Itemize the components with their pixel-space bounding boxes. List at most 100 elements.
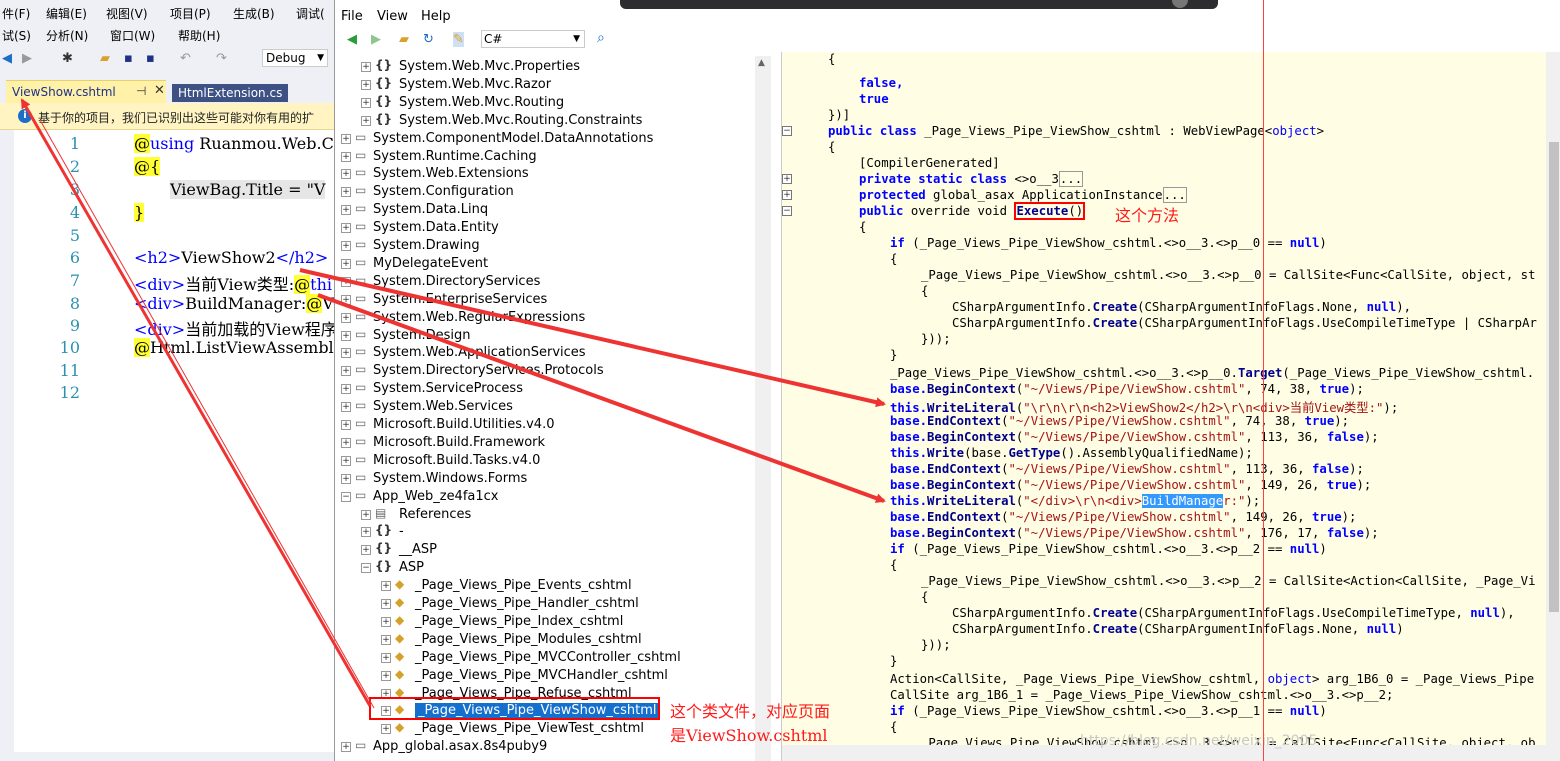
code-line: {: [890, 720, 898, 734]
assembly-icon: ▭: [355, 469, 367, 484]
expand-icon[interactable]: +: [361, 62, 371, 72]
open-icon[interactable]: ▰: [399, 32, 409, 47]
expand-icon[interactable]: +: [341, 455, 351, 466]
visual-studio-window: 件(F) 编辑(E) 视图(V) 项目(P) 生成(B) 调试( 试(S) 分析…: [0, 0, 334, 761]
menu-help[interactable]: Help: [421, 9, 451, 24]
assembly-tree[interactable]: + {} System.Web.Mvc.Properties + {} System.We…: [335, 56, 775, 761]
language-value: C#: [484, 32, 503, 46]
save-icon[interactable]: ▪: [124, 51, 133, 66]
expand-icon[interactable]: +: [341, 223, 351, 234]
razor-code-editor[interactable]: 1 2 3 4 5 6 7 8 9 10 11 12 @using Ruanmo…: [0, 130, 334, 761]
refresh-icon[interactable]: ↻: [423, 32, 434, 47]
code-vertical-scrollbar[interactable]: [1546, 52, 1560, 761]
expand-icon[interactable]: +: [341, 151, 351, 162]
expand-icon[interactable]: +: [381, 599, 391, 609]
decompiled-code-view[interactable]: − + + − { false, true })] public class _…: [781, 52, 1560, 761]
search-icon[interactable]: ⌕: [597, 30, 605, 46]
close-icon[interactable]: ✕: [154, 83, 165, 98]
vs-menu-build[interactable]: 生成(B): [233, 5, 275, 22]
expand-icon[interactable]: +: [341, 437, 351, 448]
save-all-icon[interactable]: ▪: [146, 51, 155, 66]
expand-icon[interactable]: +: [782, 190, 792, 200]
vs-menu-analyze[interactable]: 分析(N): [46, 27, 88, 44]
tab-viewshow-cshtml[interactable]: ViewShow.cshtml ⊣ ✕: [6, 80, 166, 103]
scroll-up-icon[interactable]: ▲: [758, 58, 765, 68]
back-icon[interactable]: ◀: [2, 51, 12, 66]
collapse-icon[interactable]: −: [341, 491, 351, 502]
vs-menu-edit[interactable]: 编辑(E): [46, 5, 87, 22]
expand-icon[interactable]: +: [341, 169, 351, 180]
menu-file[interactable]: File: [341, 9, 363, 24]
expand-icon[interactable]: +: [341, 742, 351, 753]
expand-icon[interactable]: +: [381, 724, 391, 735]
tab-htmlextension-cs[interactable]: HtmlExtension.cs: [172, 84, 289, 102]
vs-menu-file[interactable]: 件(F): [2, 5, 30, 22]
expand-icon[interactable]: +: [381, 616, 391, 627]
vs-menu-test[interactable]: 试(S): [2, 27, 31, 44]
undo-icon[interactable]: ↶: [180, 51, 191, 66]
pin-icon[interactable]: ⊣: [136, 84, 146, 98]
expand-icon[interactable]: +: [341, 473, 351, 484]
show-internal-icon[interactable]: ✎: [453, 32, 464, 47]
menu-view[interactable]: View: [377, 9, 408, 24]
expand-icon[interactable]: +: [341, 276, 351, 287]
back-icon[interactable]: ◀: [347, 32, 357, 47]
expand-icon[interactable]: +: [381, 670, 391, 681]
tree-node-label: System.Data.Entity: [373, 220, 499, 236]
class-icon: ◆: [395, 720, 405, 735]
forward-icon[interactable]: ▶: [371, 32, 381, 47]
expand-icon[interactable]: +: [381, 634, 391, 645]
open-folder-icon[interactable]: ▰: [100, 51, 110, 66]
expand-icon[interactable]: +: [782, 174, 792, 184]
expand-icon[interactable]: +: [341, 187, 351, 198]
collapse-icon[interactable]: −: [361, 563, 371, 574]
expand-icon[interactable]: +: [381, 581, 391, 592]
assembly-icon: ▭: [355, 398, 367, 413]
expand-icon[interactable]: +: [361, 79, 371, 90]
class-icon: ◆: [395, 612, 405, 627]
code-line: true: [859, 92, 889, 106]
class-icon: ◆: [395, 666, 405, 681]
vs-menu-window[interactable]: 窗口(W): [110, 27, 155, 44]
code-line-8: <div>BuildManager:@Vie: [134, 294, 334, 313]
new-project-icon[interactable]: ✱: [62, 51, 73, 66]
expand-icon[interactable]: +: [361, 545, 371, 556]
expand-icon[interactable]: +: [341, 402, 351, 413]
class-icon: ◆: [395, 630, 405, 645]
expand-icon[interactable]: +: [341, 312, 351, 323]
expand-icon[interactable]: +: [381, 652, 391, 663]
collapse-icon[interactable]: −: [782, 126, 792, 136]
expand-icon[interactable]: +: [341, 241, 351, 251]
vs-menu-help[interactable]: 帮助(H): [178, 27, 220, 44]
expand-icon[interactable]: +: [361, 97, 371, 108]
expand-icon[interactable]: +: [361, 509, 371, 520]
collapse-icon[interactable]: −: [782, 206, 792, 216]
expand-icon[interactable]: +: [341, 205, 351, 216]
tree-scrollbar[interactable]: [755, 56, 771, 761]
tree-node-label: -: [399, 524, 404, 540]
language-select[interactable]: C# ▼: [481, 30, 585, 48]
scrollbar-thumb[interactable]: [1549, 142, 1559, 612]
expand-icon[interactable]: +: [341, 384, 351, 395]
expand-icon[interactable]: +: [341, 258, 351, 269]
expand-icon[interactable]: +: [341, 133, 351, 144]
expand-icon[interactable]: +: [361, 115, 371, 126]
assembly-icon: ▭: [355, 129, 367, 144]
redo-icon[interactable]: ↷: [216, 51, 227, 66]
expand-icon[interactable]: +: [361, 527, 371, 538]
expand-icon[interactable]: +: [341, 348, 351, 359]
expand-icon[interactable]: +: [341, 420, 351, 430]
tree-node-label: System.Drawing: [373, 238, 480, 253]
vs-menu-project[interactable]: 项目(P): [170, 5, 211, 22]
class-icon: ◆: [395, 577, 405, 592]
vs-menu-debug[interactable]: 调试(: [296, 5, 325, 22]
tree-node-label: System.Web.Mvc.Routing: [399, 94, 565, 110]
vs-menu-view[interactable]: 视图(V): [106, 5, 148, 22]
forward-icon[interactable]: ▶: [22, 51, 32, 66]
expand-icon[interactable]: +: [341, 294, 351, 305]
expand-icon[interactable]: +: [341, 330, 351, 341]
tree-node-label: System.Configuration: [373, 184, 514, 200]
solution-config-select[interactable]: Debug ▼: [262, 49, 328, 67]
expand-icon[interactable]: +: [341, 366, 351, 377]
assembly-icon: ▭: [355, 433, 367, 448]
